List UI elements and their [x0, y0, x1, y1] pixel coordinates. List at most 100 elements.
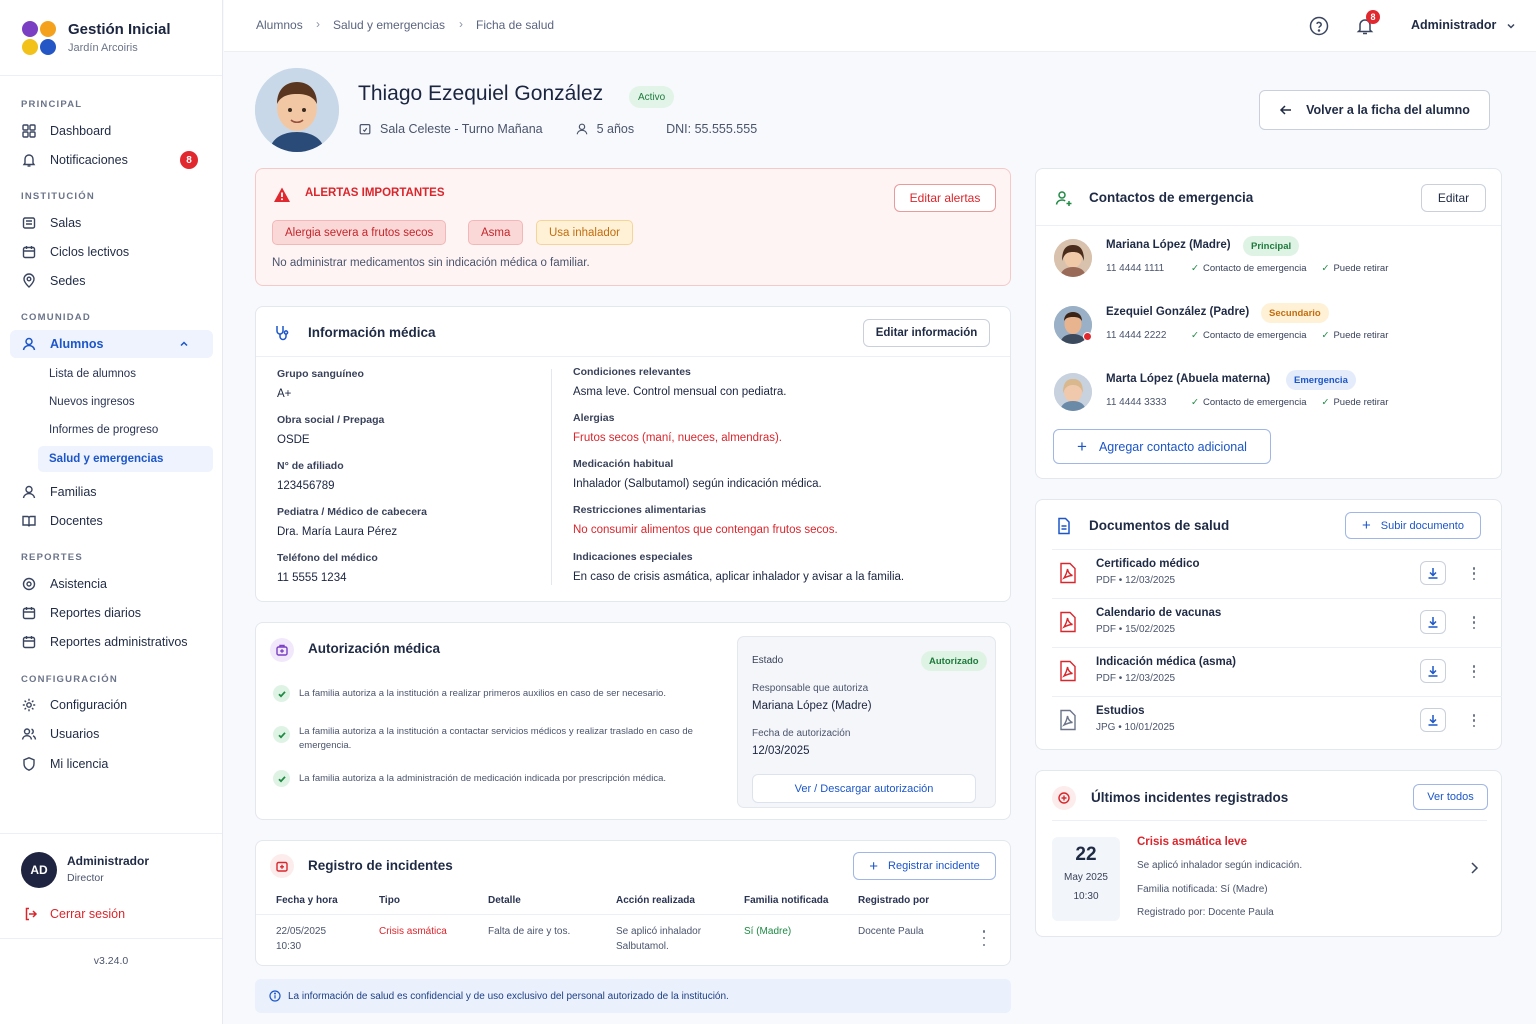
download-button[interactable]	[1420, 561, 1446, 585]
add-contact-label: Agregar contacto adicional	[1098, 439, 1247, 454]
contact-flag: Contacto de emergencia	[1202, 263, 1307, 274]
field-value: Inhalador (Salbutamol) según indicación …	[573, 478, 822, 490]
breadcrumb-current: Ficha de salud	[476, 18, 555, 32]
download-button[interactable]	[1420, 610, 1446, 634]
calendar-icon	[22, 636, 36, 649]
medical-title: Información médica	[308, 325, 436, 340]
alert-tag: Alergia severa a frutos secos	[272, 220, 447, 245]
section-principal: PRINCIPAL	[21, 99, 83, 110]
plus-icon: +	[1077, 436, 1087, 456]
field-value: 11 5555 1234	[277, 572, 347, 584]
sidebar-item-label: Usuarios	[50, 727, 100, 741]
authorization-title: Autorización médica	[308, 641, 441, 656]
logout-button[interactable]: Cerrar sesión	[23, 906, 125, 922]
download-button[interactable]	[1420, 659, 1446, 683]
field-value: Dra. María Laura Pérez	[277, 526, 398, 538]
download-icon	[1428, 617, 1438, 628]
notification-badge: 8	[180, 151, 198, 169]
more-vertical-icon[interactable]	[1468, 665, 1480, 678]
see-all-button[interactable]: Ver todos	[1413, 784, 1488, 810]
sidebar-subitem-lista[interactable]: Lista de alumnos	[38, 361, 213, 387]
document-date: 12/03/2025	[1125, 673, 1176, 684]
sidebar-item-label: Ciclos lectivos	[50, 245, 130, 259]
estado-label: Estado	[752, 655, 784, 666]
student-name: Thiago Ezequiel González	[358, 82, 604, 105]
sidebar-item-label: Reportes diarios	[50, 606, 142, 620]
download-button[interactable]	[1420, 708, 1446, 732]
chevron-right-icon[interactable]	[1468, 861, 1480, 875]
sidebar-item-sedes[interactable]: Sedes	[10, 267, 213, 295]
edit-alerts-button[interactable]: Editar alertas	[894, 184, 996, 212]
sidebar-item-familias[interactable]: Familias	[10, 478, 213, 506]
column-header: Detalle	[488, 895, 521, 906]
field-value: OSDE	[277, 434, 310, 446]
student-meta: Sala Celeste - Turno Mañana 5 años DNI: …	[358, 122, 757, 136]
sidebar-item-notificaciones[interactable]: Notificaciones 8	[10, 146, 213, 174]
student-dni: DNI: 55.555.555	[666, 122, 758, 136]
sidebar-item-alumnos[interactable]: Alumnos	[10, 330, 213, 358]
edit-medical-button[interactable]: Editar información	[863, 319, 990, 347]
user-menu[interactable]: Administrador	[1411, 18, 1496, 32]
field-label: Pediatra / Médico de cabecera	[277, 506, 427, 518]
documents-title: Documentos de salud	[1089, 518, 1230, 533]
sidebar-item-licencia[interactable]: Mi licencia	[10, 750, 213, 778]
sidebar-item-label: Sedes	[50, 274, 86, 288]
sidebar-item-dashboard[interactable]: Dashboard	[10, 117, 213, 145]
more-vertical-icon[interactable]	[1468, 567, 1480, 580]
edit-contacts-button[interactable]: Editar	[1421, 184, 1486, 212]
back-to-student-button[interactable]: Volver a la ficha del alumno	[1259, 90, 1490, 130]
sidebar-subitem-informes[interactable]: Informes de progreso	[38, 417, 213, 443]
contact-name: Mariana López (Madre)	[1106, 239, 1231, 251]
sidebar-item-config[interactable]: Configuración	[10, 691, 213, 719]
bell-badge: 8	[1366, 10, 1380, 24]
student-age: 5 años	[596, 122, 635, 136]
help-icon[interactable]	[1309, 16, 1329, 36]
location-pin-icon	[23, 273, 35, 288]
breadcrumb-alumnos[interactable]: Alumnos	[256, 18, 303, 32]
user-contact-icon	[1055, 191, 1072, 206]
image-file-icon	[1060, 709, 1076, 731]
arrow-left-icon	[1280, 105, 1292, 115]
sidebar-item-diarios[interactable]: Reportes diarios	[10, 599, 213, 627]
register-incident-button[interactable]: + Registrar incidente	[853, 852, 996, 880]
contact-flag: Contacto de emergencia	[1202, 397, 1307, 408]
avatar: AD	[21, 852, 57, 888]
more-vertical-icon[interactable]	[1468, 714, 1480, 727]
sidebar-item-administrativos[interactable]: Reportes administrativos	[10, 628, 213, 656]
contacts-card: Contactos de emergencia Editar Mariana L…	[1035, 168, 1502, 479]
sidebar-subitem-salud[interactable]: Salud y emergencias	[38, 446, 213, 472]
add-contact-button[interactable]: + Agregar contacto adicional	[1053, 429, 1271, 464]
sidebar-item-asistencia[interactable]: Asistencia	[10, 570, 213, 598]
classroom-icon	[359, 124, 371, 135]
field-label: N° de afiliado	[277, 460, 344, 472]
field-value: En caso de crisis asmática, aplicar inha…	[573, 571, 905, 583]
warning-icon	[274, 187, 290, 202]
breadcrumb-salud[interactable]: Salud y emergencias	[333, 18, 445, 32]
download-authorization-button[interactable]: Ver / Descargar autorización	[752, 774, 976, 803]
sidebar-item-usuarios[interactable]: Usuarios	[10, 720, 213, 748]
student-sala: Sala Celeste - Turno Mañana	[380, 122, 543, 136]
responsable-label: Responsable que autoriza	[752, 683, 869, 694]
document-icon	[1058, 517, 1070, 535]
sidebar-subitem-nuevos[interactable]: Nuevos ingresos	[38, 389, 213, 415]
sidebar-item-docentes[interactable]: Docentes	[10, 507, 213, 535]
contact-flag: Puede retirar	[1333, 263, 1389, 274]
register-incident-label: Registrar incidente	[888, 860, 980, 872]
medical-bag-icon	[270, 638, 294, 662]
more-vertical-icon[interactable]	[978, 930, 990, 946]
back-label: Volver a la ficha del alumno	[1306, 103, 1470, 117]
contact-avatar	[1054, 373, 1092, 411]
sidebar-item-label: Mi licencia	[50, 757, 109, 771]
sidebar-item-salas[interactable]: Salas	[10, 209, 213, 237]
cell-time: 10:30	[276, 941, 302, 952]
column-header: Tipo	[379, 895, 400, 906]
alerts-card: ALERTAS IMPORTANTES Editar alertas Alerg…	[255, 168, 1011, 286]
upload-document-button[interactable]: + Subir documento	[1345, 512, 1481, 539]
sidebar-item-ciclos[interactable]: Ciclos lectivos	[10, 238, 213, 266]
field-value: Frutos secos (maní, nueces, almendras).	[573, 432, 782, 444]
alerts-note: No administrar medicamentos sin indicaci…	[272, 257, 590, 269]
contact-phone: 11 4444 1111	[1106, 263, 1165, 274]
chevron-down-icon[interactable]	[1505, 20, 1517, 32]
fecha-label: Fecha de autorización	[752, 728, 851, 739]
more-vertical-icon[interactable]	[1468, 616, 1480, 629]
